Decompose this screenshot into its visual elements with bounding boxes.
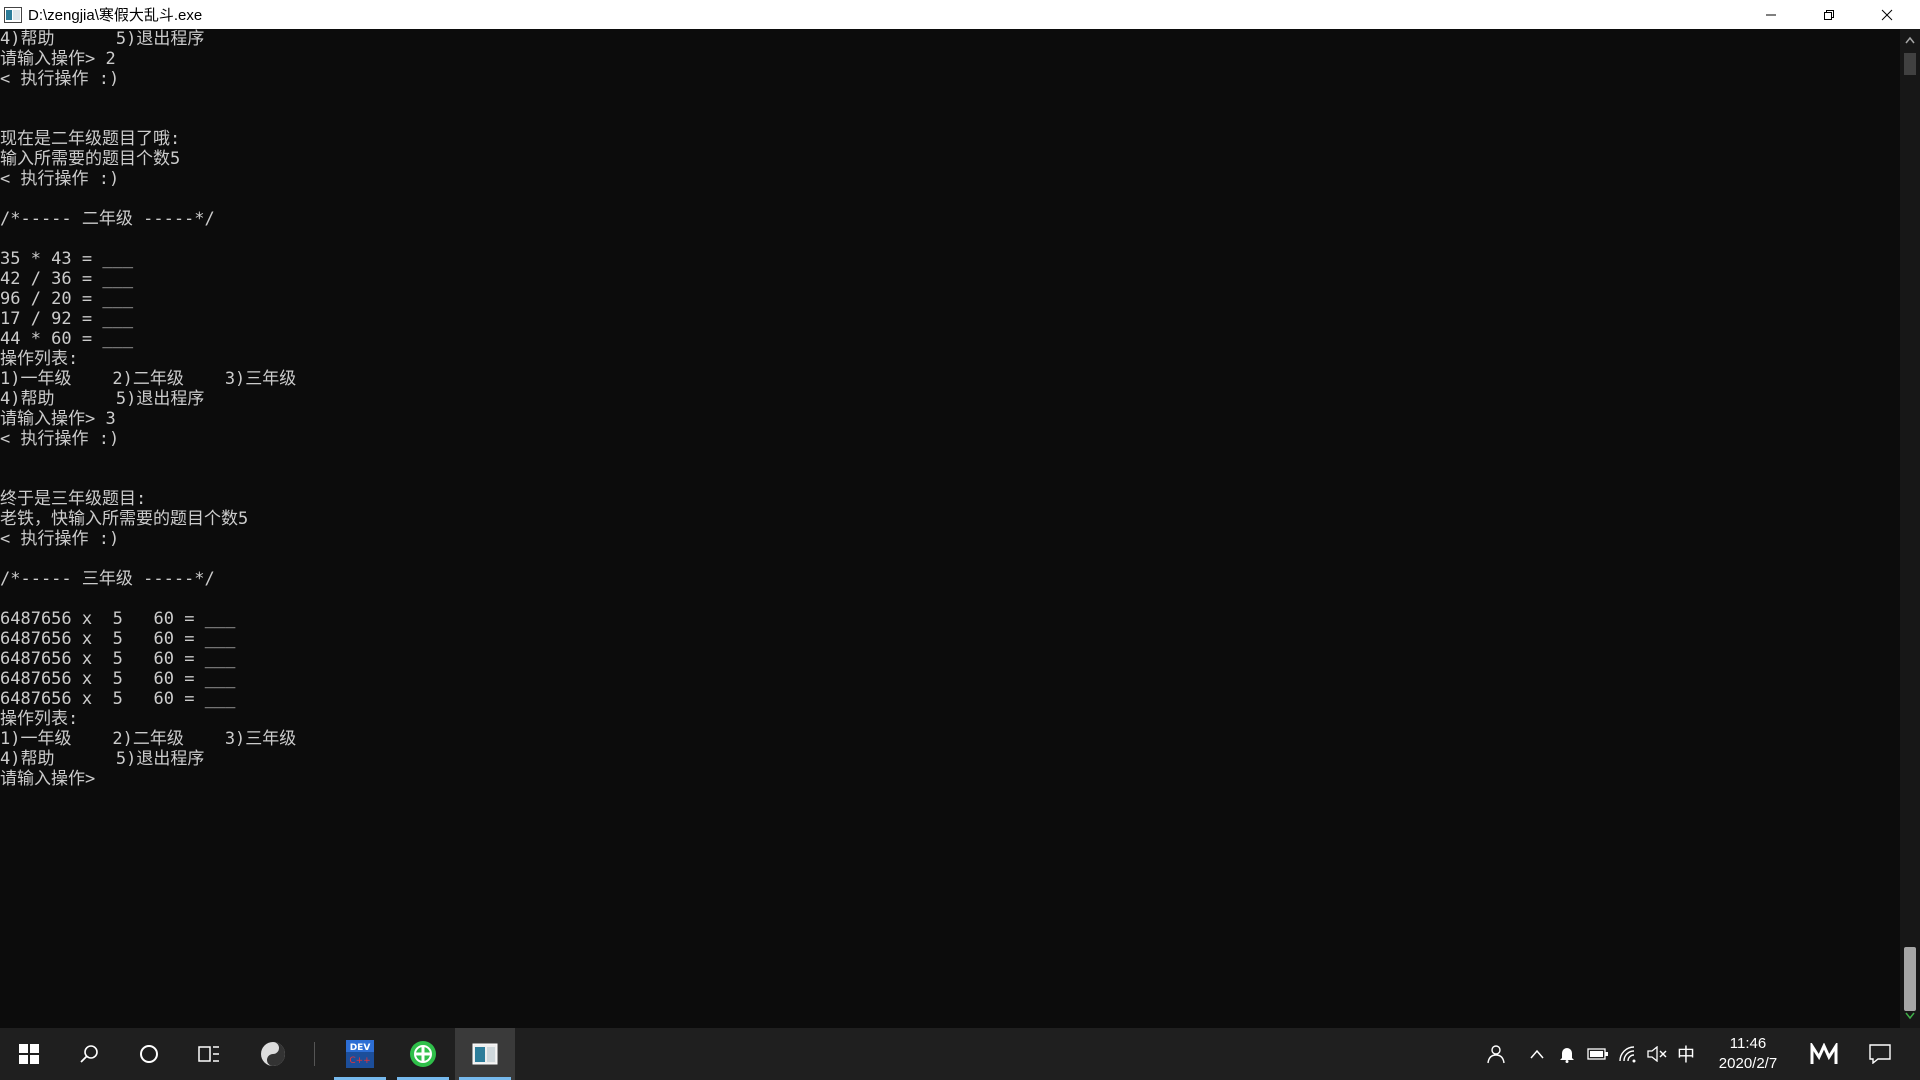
close-icon: [1881, 9, 1893, 20]
console-line: 请输入操作> 3: [0, 409, 116, 429]
console-line: 96 / 20 = ___: [0, 289, 134, 309]
console-line: 4)帮助 5)退出程序: [0, 389, 205, 409]
wifi-icon: [1619, 1046, 1636, 1063]
cortana-button[interactable]: [120, 1028, 178, 1080]
taskbar-app-dev-cpp[interactable]: DEV C++: [330, 1028, 390, 1080]
console-line: /*----- 三年级 -----*/: [0, 569, 215, 589]
scroll-down-button[interactable]: [1900, 1007, 1920, 1025]
minimize-button[interactable]: [1742, 0, 1800, 29]
console-line: 操作列表:: [0, 349, 79, 369]
console-line: 老铁，快输入所需要的题目个数5: [0, 509, 249, 529]
console-line: 请输入操作> 2: [0, 49, 116, 69]
taskbar-app-console[interactable]: [455, 1028, 515, 1080]
people-button[interactable]: [1480, 1028, 1510, 1080]
scroll-up-button[interactable]: [1900, 31, 1920, 49]
console-line: 35 * 43 = ___: [0, 249, 134, 269]
people-icon: [1487, 1045, 1505, 1064]
input-method-indicator[interactable]: 中: [1672, 1028, 1700, 1080]
console-app-icon: [4, 6, 22, 23]
console-line: 终于是三年级题目:: [0, 489, 147, 509]
console-line: 1)一年级 2)二年级 3)三年级: [0, 729, 297, 749]
taskbar-app-browser[interactable]: [393, 1028, 453, 1080]
volume-muted-icon: [1647, 1046, 1667, 1062]
battery-icon: [1587, 1048, 1608, 1060]
notification-bell-button[interactable]: [1554, 1028, 1580, 1080]
console-output[interactable]: 4)帮助 5)退出程序 请输入操作> 2 < 执行操作 :) 现在是二年级题目了哦: 输…: [0, 29, 1900, 1028]
console-text: 4)帮助 5)退出程序 请输入操作> 2 < 执行操作 :) 现在是二年级题目了哦: 输…: [0, 29, 1900, 789]
console-line: 1)一年级 2)二年级 3)三年级: [0, 369, 297, 389]
console-line: < 执行操作 :): [0, 529, 120, 549]
search-button[interactable]: [60, 1028, 118, 1080]
svg-text:DEV: DEV: [350, 1043, 371, 1053]
console-line: 6487656 x 5 60 = ___: [0, 629, 236, 649]
dev-cpp-icon: DEV C++: [346, 1040, 374, 1068]
chevron-down-icon: [1905, 1012, 1915, 1020]
console-line: /*----- 二年级 -----*/: [0, 209, 215, 229]
clock[interactable]: 11:46 2020/2/7: [1700, 1028, 1796, 1080]
console-line: 6487656 x 5 60 = ___: [0, 649, 236, 669]
console-line: 6487656 x 5 60 = ___: [0, 689, 236, 709]
close-button[interactable]: [1858, 0, 1916, 29]
m-logo-icon: [1810, 1043, 1838, 1064]
network-button[interactable]: [1614, 1028, 1642, 1080]
console-line: < 执行操作 :): [0, 69, 120, 89]
console-line: 4)帮助 5)退出程序: [0, 749, 205, 769]
console-line: 现在是二年级题目了哦:: [0, 129, 181, 149]
taskbar-divider: [314, 1042, 315, 1066]
chevron-up-icon: [1905, 36, 1915, 44]
browser-icon: [410, 1041, 436, 1067]
pinned-tray-app[interactable]: [1806, 1028, 1842, 1080]
windows-logo-icon: [19, 1044, 39, 1064]
start-button[interactable]: [0, 1028, 58, 1080]
console-line: 输入所需要的题目个数5: [0, 149, 181, 169]
chevron-up-icon: [1530, 1049, 1544, 1059]
yin-yang-app-icon: [261, 1042, 285, 1066]
clock-time: 11:46: [1729, 1035, 1767, 1052]
scroll-track-marker: [1904, 53, 1916, 75]
action-center-button[interactable]: [1862, 1028, 1898, 1080]
console-line: 操作列表:: [0, 709, 79, 729]
console-line: 44 * 60 = ___: [0, 329, 134, 349]
search-icon: [80, 1045, 98, 1063]
window-title: D:\zengjia\寒假大乱斗.exe: [28, 7, 203, 24]
console-line: 4)帮助 5)退出程序: [0, 29, 205, 49]
show-hidden-icons-button[interactable]: [1524, 1028, 1550, 1080]
console-line: 6487656 x 5 60 = ___: [0, 609, 236, 629]
battery-button[interactable]: [1584, 1028, 1612, 1080]
pinned-app-button[interactable]: [244, 1028, 302, 1080]
console-line: < 执行操作 :): [0, 169, 120, 189]
task-view-icon: [198, 1046, 219, 1062]
volume-button[interactable]: [1643, 1028, 1671, 1080]
bell-icon: [1560, 1048, 1574, 1063]
console-line: 17 / 92 = ___: [0, 309, 134, 329]
vertical-scrollbar[interactable]: [1900, 29, 1920, 1028]
title-bar: D:\zengjia\寒假大乱斗.exe: [0, 0, 1920, 30]
minimize-icon: [1766, 14, 1776, 15]
clock-date: 2020/2/7: [1718, 1055, 1778, 1072]
taskbar: DEV C++ 中 11:46 2020/2/7: [0, 1028, 1920, 1080]
console-line: 请输入操作>: [0, 769, 96, 789]
console-line: 42 / 36 = ___: [0, 269, 134, 289]
restore-button[interactable]: [1800, 0, 1858, 29]
console-line: < 执行操作 :): [0, 429, 120, 449]
console-window-icon: [472, 1043, 498, 1065]
console-line: 6487656 x 5 60 = ___: [0, 669, 236, 689]
cortana-icon: [140, 1045, 158, 1063]
svg-text:C++: C++: [349, 1056, 370, 1066]
notification-center-icon: [1869, 1044, 1891, 1064]
restore-icon: [1824, 9, 1834, 20]
scroll-thumb[interactable]: [1904, 947, 1916, 1011]
task-view-button[interactable]: [180, 1028, 238, 1080]
